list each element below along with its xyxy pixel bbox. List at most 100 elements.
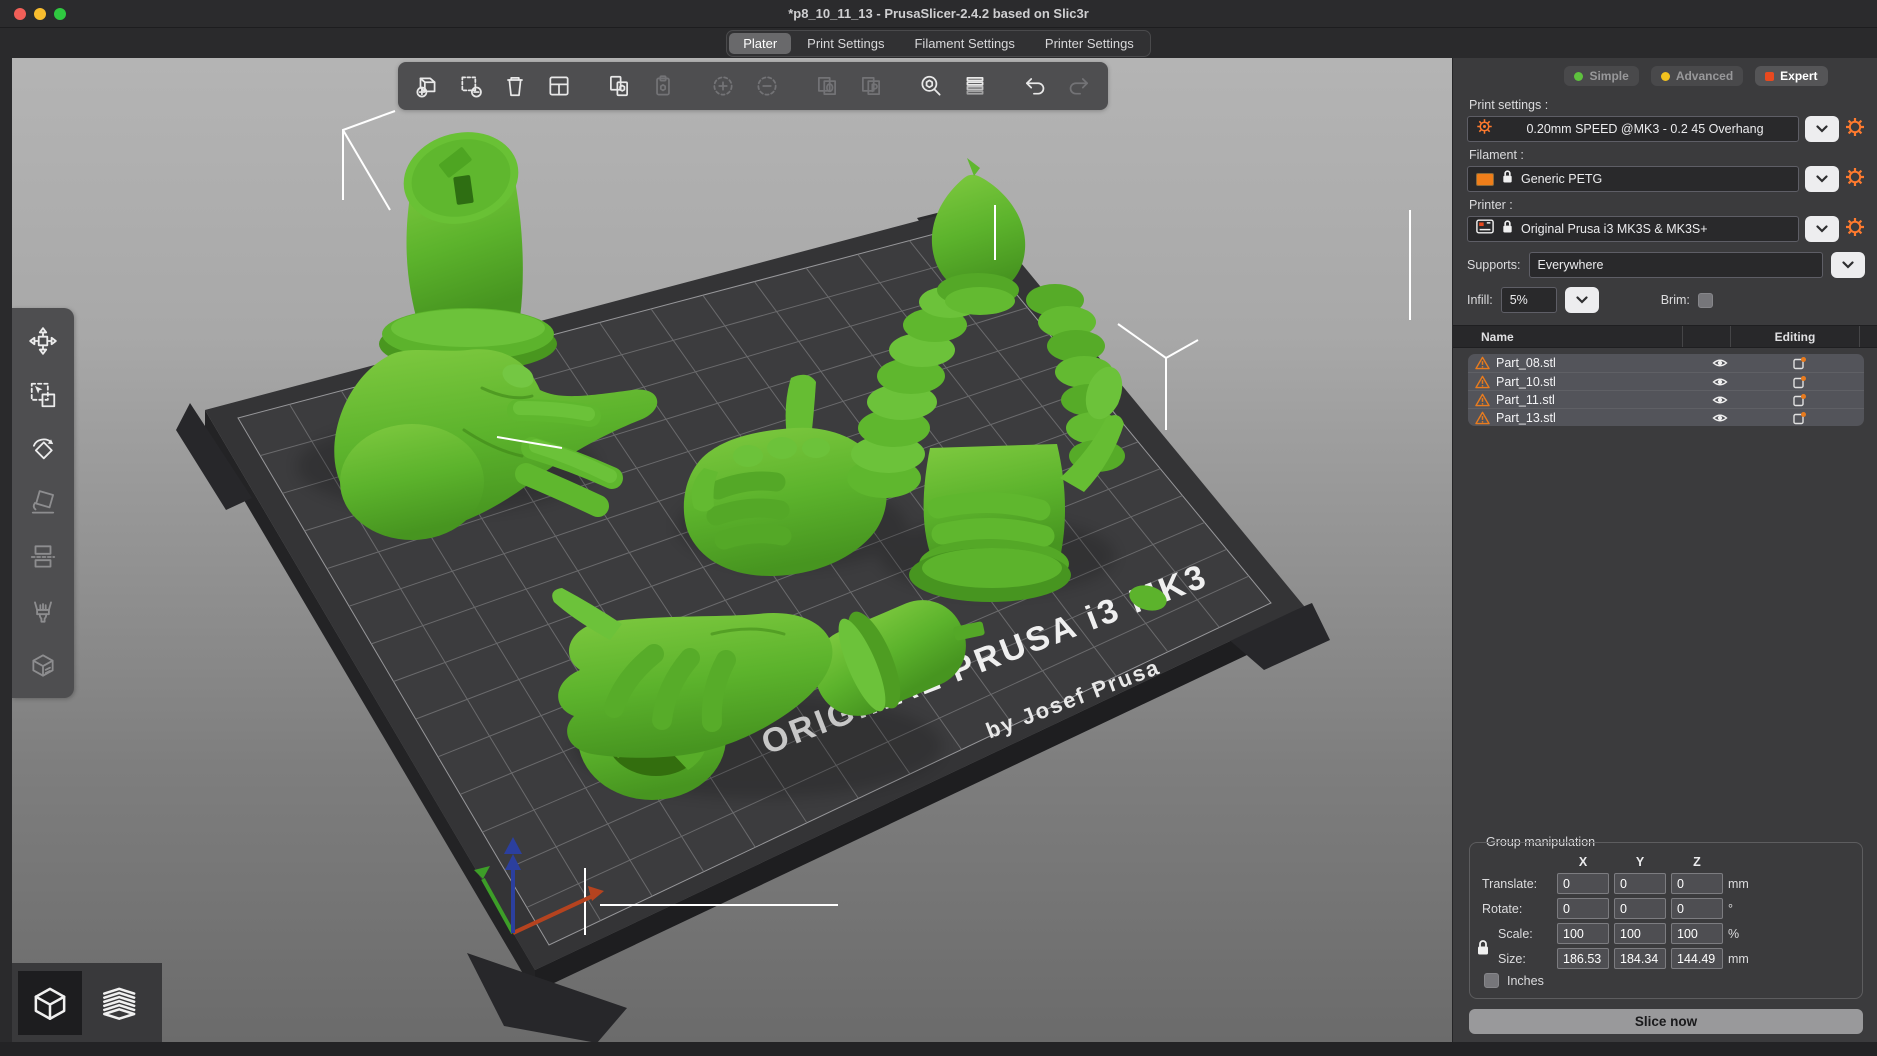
object-row-part-13[interactable]: Part_13.stl	[1468, 408, 1864, 426]
advanced-mode-dot-icon	[1661, 72, 1670, 81]
infill-value: 5%	[1510, 293, 1528, 307]
slice-now-button[interactable]: Slice now	[1469, 1009, 1863, 1034]
view-mode-toggle	[12, 963, 162, 1042]
editor-view-cube-icon[interactable]	[18, 971, 82, 1035]
inches-label: Inches	[1507, 974, 1544, 988]
variable-layer-height-icon[interactable]	[954, 65, 996, 107]
printer-gear-icon[interactable]	[1845, 217, 1865, 242]
eye-icon[interactable]	[1696, 376, 1744, 388]
supports-combo[interactable]: Everywhere	[1529, 252, 1823, 278]
scale-z-input[interactable]	[1671, 923, 1723, 944]
object-row-part-10[interactable]: Part_10.stl	[1468, 372, 1864, 390]
scale-y-input[interactable]	[1614, 923, 1666, 944]
inches-checkbox[interactable]	[1484, 973, 1499, 988]
printer-dropdown-button[interactable]	[1805, 216, 1839, 242]
tabbar: Plater Print Settings Filament Settings …	[0, 28, 1877, 58]
scale-tool-icon[interactable]	[20, 372, 66, 418]
mode-advanced-button[interactable]: Advanced	[1651, 66, 1743, 86]
scene-svg: ORIGINAL PRUSA i3 MK3 by Josef Prusa	[12, 58, 1452, 1042]
expert-mode-dot-icon	[1765, 72, 1774, 81]
axis-y-header: Y	[1614, 855, 1666, 869]
group-manipulation-panel: Group manipulation X Y Z Translate: mm	[1469, 842, 1863, 999]
minimize-window-button[interactable]	[34, 8, 46, 20]
search-icon[interactable]	[910, 65, 952, 107]
lock-icon	[1501, 219, 1514, 239]
scale-x-input[interactable]	[1557, 923, 1609, 944]
rotate-y-input[interactable]	[1614, 898, 1666, 919]
tab-printer-settings[interactable]: Printer Settings	[1031, 33, 1148, 54]
infill-combo[interactable]: 5%	[1501, 287, 1557, 313]
print-settings-combo[interactable]: 0.20mm SPEED @MK3 - 0.2 45 Overhang	[1467, 116, 1799, 142]
copy-icon[interactable]	[598, 65, 640, 107]
arrange-icon[interactable]	[538, 65, 580, 107]
3d-viewport[interactable]: ORIGINAL PRUSA i3 MK3 by Josef Prusa	[12, 58, 1452, 1042]
mode-expert-button[interactable]: Expert	[1755, 66, 1827, 86]
window-controls	[14, 8, 66, 20]
paint-supports-tool-icon	[20, 588, 66, 634]
brim-checkbox[interactable]	[1698, 293, 1713, 308]
object-row-part-08[interactable]: Part_08.stl	[1468, 354, 1864, 372]
rotate-z-input[interactable]	[1671, 898, 1723, 919]
lock-icon	[1501, 169, 1514, 189]
edit-object-icon[interactable]	[1744, 393, 1854, 407]
eye-icon[interactable]	[1696, 394, 1744, 406]
right-sidebar: Simple Advanced Expert Print settings : …	[1452, 58, 1877, 1042]
translate-x-input[interactable]	[1557, 873, 1609, 894]
inches-option: Inches	[1484, 973, 1854, 988]
filament-dropdown-button[interactable]	[1805, 166, 1839, 192]
preview-layers-icon[interactable]	[88, 971, 152, 1035]
add-instance-icon	[702, 65, 744, 107]
edit-object-icon[interactable]	[1744, 411, 1854, 425]
tab-filament-settings[interactable]: Filament Settings	[900, 33, 1028, 54]
printer-combo[interactable]: Original Prusa i3 MK3S & MK3S+	[1467, 216, 1799, 242]
add-object-icon[interactable]	[406, 65, 448, 107]
split-to-parts-icon	[850, 65, 892, 107]
delete-all-icon[interactable]	[494, 65, 536, 107]
filament-value: Generic PETG	[1521, 172, 1602, 186]
rotate-x-input[interactable]	[1557, 898, 1609, 919]
object-row-part-11[interactable]: Part_11.stl	[1468, 390, 1864, 408]
tab-print-settings[interactable]: Print Settings	[793, 33, 898, 54]
size-y-input[interactable]	[1614, 948, 1666, 969]
size-x-input[interactable]	[1557, 948, 1609, 969]
place-on-face-tool-icon	[20, 480, 66, 526]
filament-combo[interactable]: Generic PETG	[1467, 166, 1799, 192]
profile-gear-icon	[1476, 118, 1493, 140]
filament-label: Filament :	[1469, 148, 1865, 162]
eye-icon[interactable]	[1696, 412, 1744, 424]
name-column-header: Name	[1453, 330, 1682, 344]
infill-label: Infill:	[1467, 293, 1493, 307]
translate-y-input[interactable]	[1614, 873, 1666, 894]
window-title: *p8_10_11_13 - PrusaSlicer-2.4.2 based o…	[788, 6, 1089, 21]
edit-object-icon[interactable]	[1744, 356, 1854, 370]
supports-dropdown-button[interactable]	[1831, 252, 1865, 278]
mode-simple-button[interactable]: Simple	[1564, 66, 1638, 86]
simple-mode-dot-icon	[1574, 72, 1583, 81]
move-tool-icon[interactable]	[20, 318, 66, 364]
filament-color-swatch	[1476, 173, 1494, 186]
edit-object-icon[interactable]	[1744, 375, 1854, 389]
editing-column-header: Editing	[1730, 326, 1859, 347]
rotate-tool-icon[interactable]	[20, 426, 66, 472]
close-window-button[interactable]	[14, 8, 26, 20]
uniform-scale-lock-icon[interactable]	[1476, 939, 1490, 961]
filament-gear-icon[interactable]	[1845, 167, 1865, 192]
size-z-input[interactable]	[1671, 948, 1723, 969]
eye-icon[interactable]	[1696, 357, 1744, 369]
infill-dropdown-button[interactable]	[1565, 287, 1599, 313]
print-settings-dropdown-button[interactable]	[1805, 116, 1839, 142]
tab-plater[interactable]: Plater	[729, 33, 791, 54]
object-list-header: Name Editing	[1453, 325, 1877, 348]
print-settings-gear-icon[interactable]	[1845, 117, 1865, 142]
mode-switcher: Simple Advanced Expert	[1527, 66, 1865, 86]
supports-value: Everywhere	[1538, 258, 1604, 272]
undo-icon[interactable]	[1014, 65, 1056, 107]
print-settings-label: Print settings :	[1469, 98, 1865, 112]
maximize-window-button[interactable]	[54, 8, 66, 20]
brim-label: Brim:	[1661, 293, 1690, 307]
prusaslicer-window: *p8_10_11_13 - PrusaSlicer-2.4.2 based o…	[0, 0, 1877, 1056]
seam-tool-icon	[20, 642, 66, 688]
delete-object-icon[interactable]	[450, 65, 492, 107]
translate-z-input[interactable]	[1671, 873, 1723, 894]
split-to-objects-icon	[806, 65, 848, 107]
